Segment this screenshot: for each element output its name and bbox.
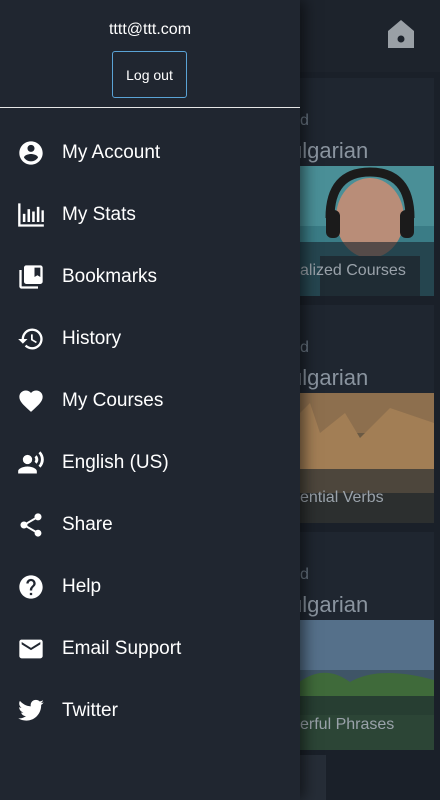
- voice-language-icon: [16, 448, 46, 478]
- menu-item-language[interactable]: English (US): [0, 432, 300, 494]
- menu-item-twitter[interactable]: Twitter: [0, 680, 300, 742]
- navigation-drawer: tttt@ttt.com Log out My Account My Stats…: [0, 0, 300, 800]
- menu-label: My Stats: [62, 204, 136, 225]
- email-icon: [16, 634, 46, 664]
- bottom-edge: [300, 755, 326, 800]
- menu-item-history[interactable]: History: [0, 308, 300, 370]
- menu-item-my-stats[interactable]: My Stats: [0, 184, 300, 246]
- menu-item-my-account[interactable]: My Account: [0, 122, 300, 184]
- course-language: ulgarian: [290, 592, 369, 617]
- menu-item-my-courses[interactable]: My Courses: [0, 370, 300, 432]
- bookmarks-icon: [16, 262, 46, 292]
- menu-label: Email Support: [62, 638, 182, 659]
- menu-item-help[interactable]: Help: [0, 556, 300, 618]
- course-thumbnail: erful Phrases: [290, 620, 434, 750]
- course-language: ulgarian: [290, 365, 369, 390]
- course-thumbnail: alized Courses: [290, 166, 434, 296]
- menu-label: Help: [62, 576, 102, 597]
- course-level: d: [300, 566, 309, 583]
- user-email: tttt@ttt.com: [108, 21, 192, 38]
- course-title: alized Courses: [300, 262, 406, 279]
- twitter-icon: [16, 696, 46, 726]
- course-thumbnail: ential Verbs: [290, 393, 434, 523]
- heart-icon: [16, 386, 46, 416]
- bar-chart-icon: [16, 200, 46, 230]
- menu-label: History: [62, 328, 122, 349]
- course-title: erful Phrases: [300, 716, 395, 733]
- menu-label: English (US): [62, 452, 169, 473]
- menu-label: My Account: [62, 142, 161, 163]
- history-icon: [16, 324, 46, 354]
- course-language: ulgarian: [290, 138, 369, 163]
- course-level: d: [300, 112, 309, 129]
- share-icon: [16, 510, 46, 540]
- menu-label: Share: [62, 514, 113, 535]
- account-circle-icon: [16, 138, 46, 168]
- course-title: ential Verbs: [300, 489, 384, 506]
- help-icon: [16, 572, 46, 602]
- drawer-header: tttt@ttt.com Log out: [0, 0, 300, 108]
- menu-item-email-support[interactable]: Email Support: [0, 618, 300, 680]
- menu-item-bookmarks[interactable]: Bookmarks: [0, 246, 300, 308]
- course-level: d: [300, 339, 309, 356]
- menu-label: Twitter: [62, 700, 118, 721]
- drawer-menu: My Account My Stats Bookmarks History My…: [0, 122, 300, 742]
- home-icon[interactable]: [386, 18, 416, 50]
- menu-item-share[interactable]: Share: [0, 494, 300, 556]
- menu-label: My Courses: [62, 390, 164, 411]
- menu-label: Bookmarks: [62, 266, 158, 287]
- logout-button[interactable]: Log out: [112, 51, 187, 98]
